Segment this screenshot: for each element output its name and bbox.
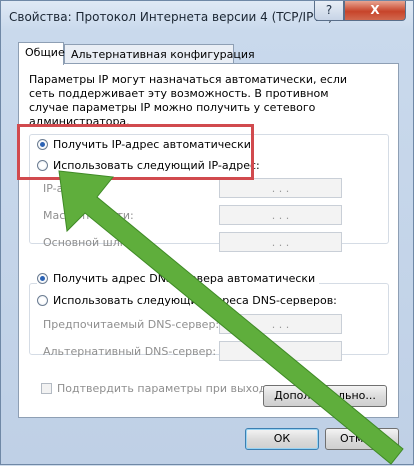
subnet-mask-field[interactable]: . . .: [219, 205, 342, 225]
alternate-dns-field[interactable]: . . .: [219, 341, 342, 361]
radio-dns-manual-label: Использовать следующие адреса DNS-сервер…: [53, 293, 337, 307]
help-button[interactable]: ?: [314, 1, 344, 21]
ok-button[interactable]: ОК: [245, 428, 319, 450]
ip-address-label: IP-адрес:: [43, 182, 95, 195]
subnet-mask-value: . . .: [271, 208, 290, 222]
advanced-button[interactable]: Дополнительно...: [263, 385, 387, 407]
radio-dns-manual-button[interactable]: [37, 294, 48, 306]
radio-ip-auto-button[interactable]: [37, 138, 48, 150]
subnet-mask-label: Маска подсети:: [43, 209, 134, 222]
default-gateway-value: . . .: [271, 235, 290, 249]
cancel-button[interactable]: Отмена: [325, 428, 399, 450]
alternate-dns-label: Альтернативный DNS-сервер:: [43, 345, 217, 358]
general-tab-panel: Параметры IP могут назначаться автоматич…: [18, 63, 399, 418]
radio-ip-manual[interactable]: Использовать следующий IP-адрес:: [37, 157, 264, 173]
ip-address-value: . . .: [271, 181, 290, 195]
preferred-dns-label: Предпочитаемый DNS-сервер:: [43, 318, 220, 331]
tab-alternate-config[interactable]: Альтернативная конфигурация: [64, 44, 255, 64]
radio-dns-auto-label: Получить адрес DNS-сервера автоматически: [53, 271, 316, 285]
validate-settings-checkbox[interactable]: [41, 383, 52, 394]
radio-dns-manual[interactable]: Использовать следующие адреса DNS-сервер…: [37, 292, 341, 308]
alternate-dns-value: . . .: [271, 344, 290, 358]
radio-ip-manual-label: Использовать следующий IP-адрес:: [53, 158, 260, 172]
validate-settings-label: Подтвердить параметры при выходе: [57, 382, 274, 395]
radio-dns-auto-button[interactable]: [37, 272, 48, 284]
close-button[interactable]: X: [344, 1, 406, 21]
validate-settings-option[interactable]: Подтвердить параметры при выходе: [41, 382, 273, 395]
default-gateway-label: Основной шлюз:: [43, 236, 139, 249]
window-title: Свойства: Протокол Интернета версии 4 (T…: [9, 10, 333, 24]
radio-ip-manual-button[interactable]: [37, 159, 48, 171]
preferred-dns-field[interactable]: . . .: [219, 314, 342, 334]
default-gateway-field[interactable]: . . .: [219, 232, 342, 252]
preferred-dns-value: . . .: [271, 317, 290, 331]
radio-ip-auto-label: Получить IP-адрес автоматически: [53, 137, 251, 151]
radio-dns-auto[interactable]: Получить адрес DNS-сервера автоматически: [37, 270, 320, 286]
ip-address-field[interactable]: . . .: [219, 178, 342, 198]
title-bar: Свойства: Протокол Интернета версии 4 (T…: [1, 1, 413, 35]
radio-ip-auto[interactable]: Получить IP-адрес автоматически: [37, 136, 255, 152]
tab-general[interactable]: Общие: [18, 42, 65, 65]
properties-dialog: Свойства: Протокол Интернета версии 4 (T…: [0, 0, 414, 465]
description-text: Параметры IP могут назначаться автоматич…: [29, 73, 348, 128]
